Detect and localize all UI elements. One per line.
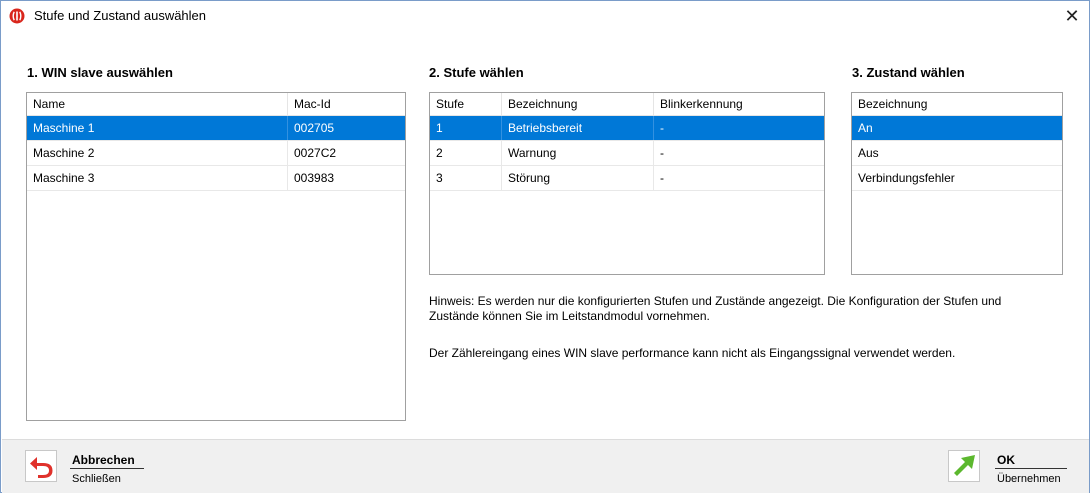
list-header: Stufe Bezeichnung Blinkerkennung	[430, 93, 824, 116]
slave-name-cell: Maschine 2	[27, 141, 288, 165]
hint-text-line3: Der Zählereingang eines WIN slave perfor…	[429, 346, 956, 360]
cancel-button[interactable]: Abbrechen	[72, 453, 135, 467]
close-button[interactable]: ✕	[1055, 1, 1089, 31]
dialog-window: Stufe und Zustand auswählen ✕ 1. WIN sla…	[0, 0, 1090, 493]
stufe-blink-cell: -	[660, 121, 664, 135]
stufe-number-cell: 2	[430, 141, 502, 165]
slave-list[interactable]: Name Mac-Id Maschine 1 002705 Maschine 2…	[26, 92, 406, 421]
column-header-blinkerkennung[interactable]: Blinkerkennung	[654, 93, 824, 116]
list-header: Bezeichnung	[852, 93, 1062, 116]
slave-name-cell: Maschine 1	[27, 116, 288, 140]
hint-text-line2: Zustände können Sie im Leitstandmodul vo…	[429, 309, 710, 323]
table-row[interactable]: An	[852, 116, 1062, 141]
column-header-stufe[interactable]: Stufe	[430, 93, 502, 116]
zustand-name-cell: Aus	[858, 146, 879, 160]
window-title: Stufe und Zustand auswählen	[34, 8, 207, 23]
table-row[interactable]: 1 Betriebsbereit -	[430, 116, 824, 141]
slave-name-cell: Maschine 3	[27, 166, 288, 190]
cancel-subtitle: Schließen	[72, 473, 121, 485]
section-title-slave: 1. WIN slave auswählen	[27, 65, 173, 80]
table-row[interactable]: Maschine 2 0027C2	[27, 141, 405, 166]
app-logo-icon	[9, 8, 25, 24]
zustand-list[interactable]: Bezeichnung An Aus Verbindungsfehler	[851, 92, 1063, 275]
undo-arrow-icon[interactable]	[25, 450, 57, 482]
ok-underline	[995, 468, 1067, 469]
cancel-underline	[70, 468, 144, 469]
stufe-number-cell: 3	[430, 166, 502, 190]
stufe-name-cell: Störung	[502, 166, 654, 190]
table-row[interactable]: 3 Störung -	[430, 166, 824, 191]
table-row[interactable]: 2 Warnung -	[430, 141, 824, 166]
stufe-name-cell: Betriebsbereit	[502, 116, 654, 140]
slave-mac-cell: 002705	[294, 121, 335, 135]
stufe-name-cell: Warnung	[502, 141, 654, 165]
column-header-bezeichnung[interactable]: Bezeichnung	[852, 93, 1062, 116]
stufe-list[interactable]: Stufe Bezeichnung Blinkerkennung 1 Betri…	[429, 92, 825, 275]
stufe-blink-cell: -	[660, 171, 664, 185]
dialog-footer: Abbrechen Schließen OK Übernehmen	[2, 439, 1089, 493]
column-header-mac-id[interactable]: Mac-Id	[288, 93, 405, 116]
column-header-bezeichnung[interactable]: Bezeichnung	[502, 93, 654, 116]
slave-mac-cell: 0027C2	[294, 146, 337, 160]
ok-arrow-icon[interactable]	[948, 450, 980, 482]
ok-button[interactable]: OK	[997, 453, 1015, 467]
slave-mac-cell: 003983	[294, 171, 335, 185]
ok-subtitle: Übernehmen	[997, 473, 1061, 485]
table-row[interactable]: Aus	[852, 141, 1062, 166]
table-row[interactable]: Maschine 1 002705	[27, 116, 405, 141]
stufe-number-cell: 1	[430, 116, 502, 140]
zustand-name-cell: Verbindungsfehler	[858, 171, 955, 185]
title-bar: Stufe und Zustand auswählen ✕	[1, 1, 1089, 31]
table-row[interactable]: Maschine 3 003983	[27, 166, 405, 191]
list-header: Name Mac-Id	[27, 93, 405, 116]
hint-text-line1: Hinweis: Es werden nur die konfigurierte…	[429, 294, 1002, 308]
section-title-zustand: 3. Zustand wählen	[852, 65, 965, 80]
column-header-name[interactable]: Name	[27, 93, 288, 116]
section-title-stufe: 2. Stufe wählen	[429, 65, 524, 80]
stufe-blink-cell: -	[660, 146, 664, 160]
zustand-name-cell: An	[858, 121, 873, 135]
table-row[interactable]: Verbindungsfehler	[852, 166, 1062, 191]
